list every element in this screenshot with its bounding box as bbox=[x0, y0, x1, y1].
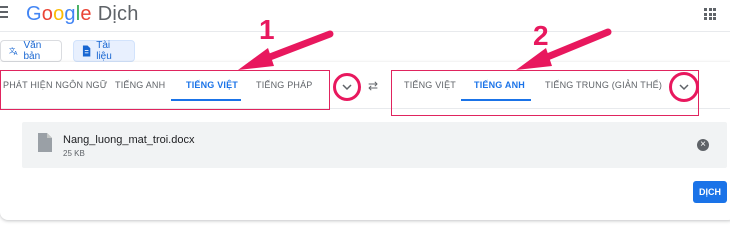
annotation-label-1: 1 bbox=[259, 14, 275, 45]
remove-document-button[interactable]: × bbox=[697, 139, 709, 151]
file-icon bbox=[38, 133, 52, 152]
arrow-1 bbox=[238, 30, 334, 70]
translate-button[interactable]: DỊCH bbox=[693, 181, 727, 203]
document-size: 25 KB bbox=[63, 149, 85, 158]
arrow-2 bbox=[516, 28, 612, 70]
document-name: Nang_luong_mat_troi.docx bbox=[63, 134, 195, 146]
annotation-label-2: 2 bbox=[533, 20, 549, 51]
close-icon: × bbox=[700, 139, 706, 150]
